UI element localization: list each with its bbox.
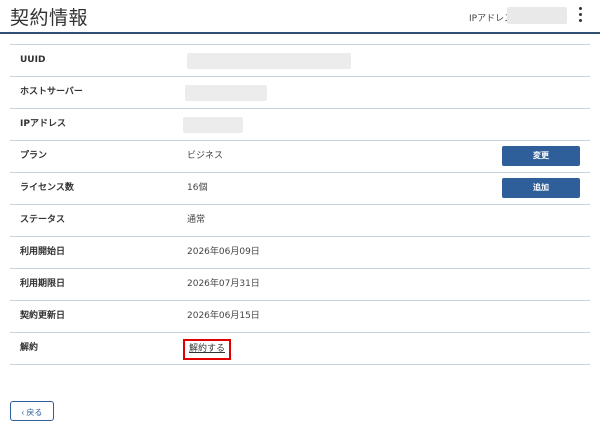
add-license-button[interactable]: 追加 [502, 178, 580, 198]
row-uuid: UUID [10, 45, 590, 77]
row-ip-address: IPアドレス [10, 109, 590, 141]
license-count-value: 16個 [187, 183, 208, 193]
row-renewal-date: 契約更新日 2026年06月15日 [10, 301, 590, 333]
cancellation-label: 解約 [20, 343, 39, 353]
start-date-label: 利用開始日 [20, 247, 66, 257]
expiration-date-value: 2026年07月31日 [187, 279, 260, 289]
start-date-value: 2026年06月09日 [187, 247, 260, 257]
status-label: ステータス [20, 215, 66, 225]
row-license-count: ライセンス数 16個 追加 [10, 173, 590, 205]
uuid-label: UUID [20, 55, 46, 65]
row-cancellation: 解約 解約する [10, 333, 590, 365]
kebab-menu-icon[interactable] [576, 7, 584, 25]
page-title: 契約情報 [10, 7, 89, 29]
status-value: 通常 [187, 215, 206, 225]
ip-address-redacted [507, 7, 567, 24]
cancel-contract-link[interactable]: 解約する [183, 339, 232, 360]
ip-address-value-redacted [183, 117, 243, 133]
uuid-value-redacted [187, 53, 351, 69]
license-count-label: ライセンス数 [20, 183, 74, 193]
contract-info-table: UUID ホストサーバー IPアドレス プラン ビジネス 変更 ライセンス数 1… [10, 44, 590, 365]
row-host-server: ホストサーバー [10, 77, 590, 109]
row-plan: プラン ビジネス 変更 [10, 141, 590, 173]
plan-label: プラン [20, 151, 48, 161]
change-plan-button[interactable]: 変更 [502, 146, 580, 166]
expiration-date-label: 利用期限日 [20, 279, 66, 289]
renewal-date-value: 2026年06月15日 [187, 311, 260, 321]
row-expiration-date: 利用期限日 2026年07月31日 [10, 269, 590, 301]
back-button[interactable]: ‹ 戻る [10, 401, 54, 421]
renewal-date-label: 契約更新日 [20, 311, 66, 321]
host-server-label: ホストサーバー [20, 87, 83, 97]
row-status: ステータス 通常 [10, 205, 590, 237]
ip-address-row-label: IPアドレス [20, 119, 66, 129]
page-header: 契約情報 IPアドレス [0, 0, 600, 34]
host-server-value-redacted [185, 85, 267, 101]
row-start-date: 利用開始日 2026年06月09日 [10, 237, 590, 269]
plan-value: ビジネス [187, 151, 224, 161]
